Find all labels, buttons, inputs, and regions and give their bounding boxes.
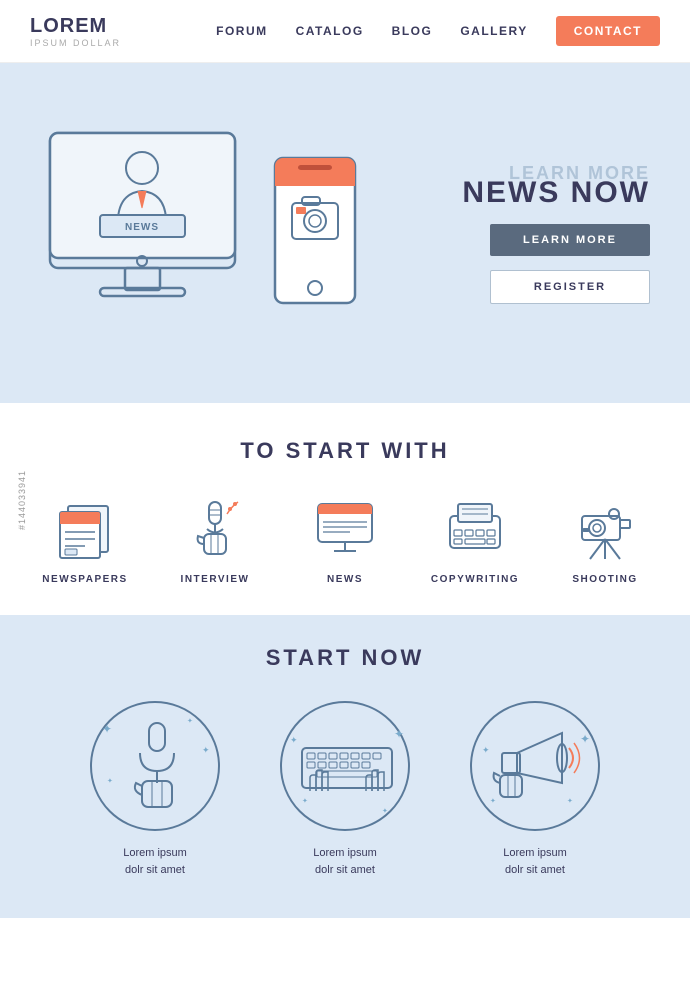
nav-forum[interactable]: FORUM	[216, 24, 268, 38]
circle-text-1: Lorem ipsum dolr sit amet	[123, 845, 187, 878]
megaphone-circle-svg: ✦ ✦ ✦ ✦	[472, 703, 602, 833]
svg-text:✦: ✦	[567, 797, 573, 805]
typewriter-icon	[440, 494, 510, 564]
nav-blog[interactable]: BLOG	[392, 24, 433, 38]
monitor-illustration: NEWS	[30, 103, 290, 363]
hero-illustration: NEWS	[30, 103, 450, 363]
icon-item-news: NEWS	[295, 494, 395, 585]
circle-icon-keyboard: ✦ ✦ ✦ ✦	[280, 701, 410, 831]
newspapers-icon	[50, 494, 120, 564]
newspapers-label: NEWSPAPERS	[42, 574, 127, 585]
circle-item-microphone: ✦ ✦ ✦ ✦	[80, 701, 230, 878]
nav-catalog[interactable]: CATALOG	[296, 24, 364, 38]
circle-icon-microphone: ✦ ✦ ✦ ✦	[90, 701, 220, 831]
svg-text:✦: ✦	[202, 745, 210, 755]
interview-icon	[180, 494, 250, 564]
copywriting-label: COPYWRITING	[431, 574, 519, 585]
logo: LOREM IPSUM DOLLAR	[30, 15, 121, 48]
svg-text:✦: ✦	[382, 807, 388, 815]
circle-item-megaphone: ✦ ✦ ✦ ✦	[460, 701, 610, 878]
keyboard-circle-svg: ✦ ✦ ✦ ✦	[282, 703, 412, 833]
register-button[interactable]: REGISTER	[490, 270, 650, 304]
icon-item-interview: INTERVIEW	[165, 494, 265, 585]
svg-text:✦: ✦	[580, 732, 590, 746]
circle-item-keyboard: ✦ ✦ ✦ ✦	[270, 701, 420, 878]
logo-title: LOREM	[30, 15, 121, 38]
circles-row: ✦ ✦ ✦ ✦	[20, 701, 670, 878]
nav-gallery[interactable]: GALLERY	[460, 24, 527, 38]
nav-contact[interactable]: CONTACT	[556, 16, 660, 46]
hero-right: LEARN MORE NEWS NOW LEARN MORE REGISTER	[450, 163, 650, 304]
svg-text:✦: ✦	[490, 797, 496, 805]
svg-text:NEWS: NEWS	[125, 222, 159, 233]
news-monitor-icon	[310, 494, 380, 564]
section-start-now: START NOW ✦ ✦ ✦ ✦	[0, 615, 690, 918]
icons-row: NEWSPAPERS	[20, 494, 670, 585]
microphone-circle-svg: ✦ ✦ ✦ ✦	[92, 703, 222, 833]
header: LOREM IPSUM DOLLAR FORUM CATALOG BLOG GA…	[0, 0, 690, 63]
circle-icon-megaphone: ✦ ✦ ✦ ✦	[470, 701, 600, 831]
hero-subtitle: LEARN MORE NEWS NOW	[462, 163, 650, 210]
phone-illustration	[270, 153, 360, 343]
svg-text:✦: ✦	[107, 777, 113, 785]
learn-more-button[interactable]: LEARN MORE	[490, 224, 650, 256]
svg-text:✦: ✦	[290, 735, 298, 745]
hero-section: NEWS LEARN MORE	[0, 63, 690, 403]
svg-text:✦: ✦	[187, 717, 193, 725]
section2-title: TO START WITH	[20, 438, 670, 464]
svg-text:✦: ✦	[394, 727, 404, 741]
watermark: #144033941	[17, 470, 27, 530]
interview-label: INTERVIEW	[181, 574, 250, 585]
section-to-start-with: TO START WITH NEWSPAPERS	[0, 403, 690, 615]
circle-text-3: Lorem ipsum dolr sit amet	[503, 845, 567, 878]
video-camera-icon	[570, 494, 640, 564]
icon-item-copywriting: COPYWRITING	[425, 494, 525, 585]
shooting-label: SHOOTING	[572, 574, 637, 585]
logo-subtitle: IPSUM DOLLAR	[30, 38, 121, 48]
section3-title: START NOW	[20, 645, 670, 671]
navigation: FORUM CATALOG BLOG GALLERY CONTACT	[216, 16, 660, 46]
svg-text:✦: ✦	[102, 722, 112, 736]
circle-text-2: Lorem ipsum dolr sit amet	[313, 845, 377, 878]
icon-item-shooting: SHOOTING	[555, 494, 655, 585]
svg-text:✦: ✦	[482, 745, 490, 755]
news-label: NEWS	[327, 574, 363, 585]
icon-item-newspapers: NEWSPAPERS	[35, 494, 135, 585]
svg-text:✦: ✦	[302, 797, 308, 805]
